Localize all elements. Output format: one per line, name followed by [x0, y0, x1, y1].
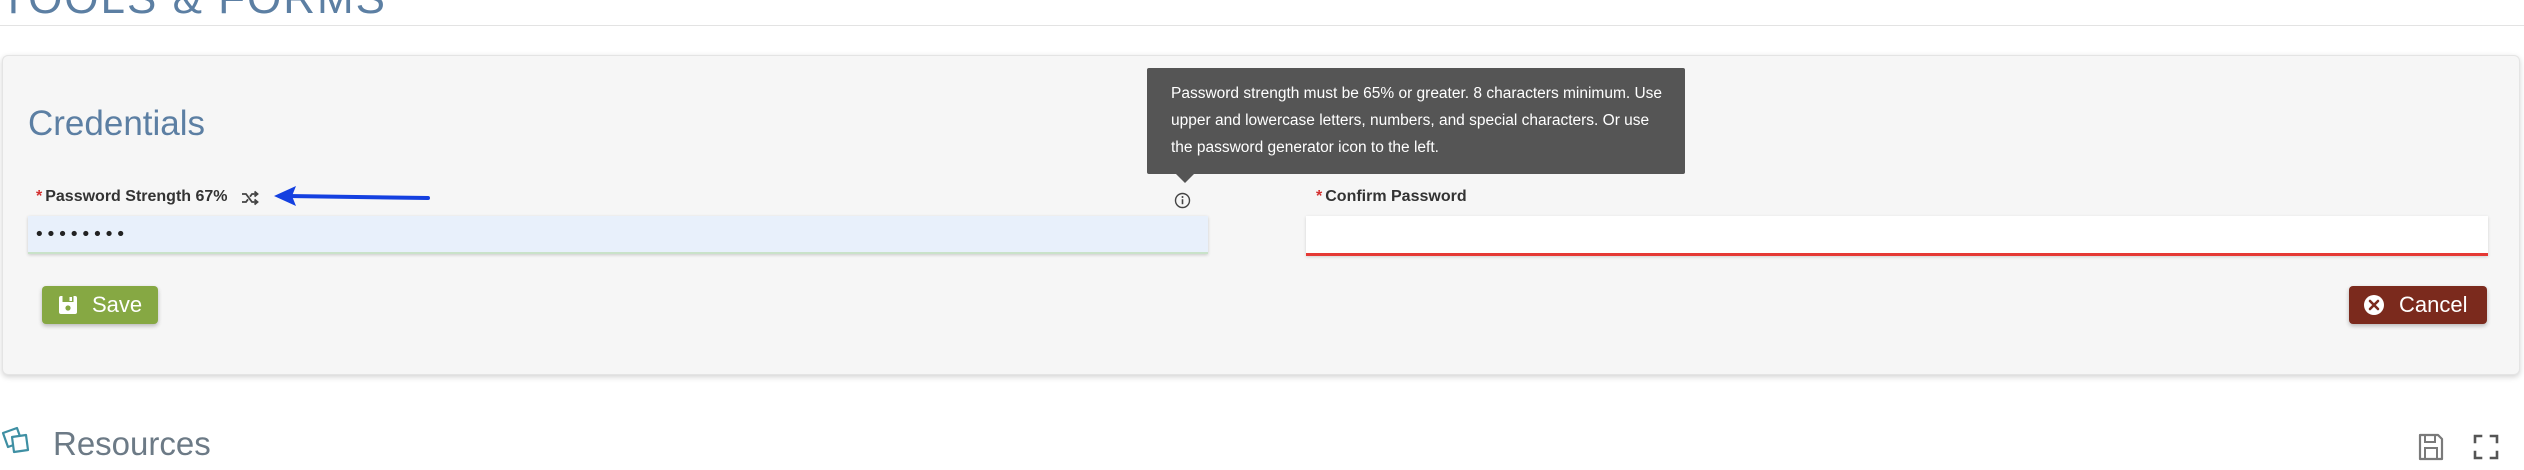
documents-icon — [1, 426, 30, 454]
floppy-disk-icon — [59, 296, 77, 314]
save-button-label: Save — [92, 292, 143, 317]
floppy-disk-icon[interactable] — [2417, 432, 2445, 462]
password-input[interactable] — [28, 216, 1208, 254]
cancel-button-label: Cancel — [2399, 292, 2468, 317]
required-marker: * — [36, 188, 43, 205]
confirm-password-label: * Confirm Password — [1316, 188, 1467, 206]
password-generator-icon[interactable] — [240, 188, 260, 208]
section-divider — [0, 25, 2524, 26]
section-title: TOOLS & FORMS — [0, 0, 387, 24]
password-strength-text: Password Strength 67% — [45, 188, 228, 205]
annotation-arrow — [274, 186, 430, 206]
password-strength-label: * Password Strength 67% — [36, 188, 228, 206]
tooltip-pointer — [1176, 174, 1194, 183]
info-icon[interactable] — [1174, 192, 1191, 209]
confirm-password-text: Confirm Password — [1325, 188, 1467, 205]
password-requirements-tooltip: Password strength must be 65% or greater… — [1147, 68, 1685, 174]
confirm-password-input[interactable] — [1306, 216, 2488, 256]
required-marker: * — [1316, 188, 1323, 205]
credentials-title: Credentials — [28, 104, 206, 143]
x-circle-icon — [2364, 295, 2384, 315]
save-button[interactable]: Save — [42, 286, 158, 324]
resources-title: Resources — [53, 425, 211, 462]
cancel-button[interactable]: Cancel — [2349, 286, 2487, 324]
fullscreen-icon[interactable] — [2472, 432, 2500, 462]
